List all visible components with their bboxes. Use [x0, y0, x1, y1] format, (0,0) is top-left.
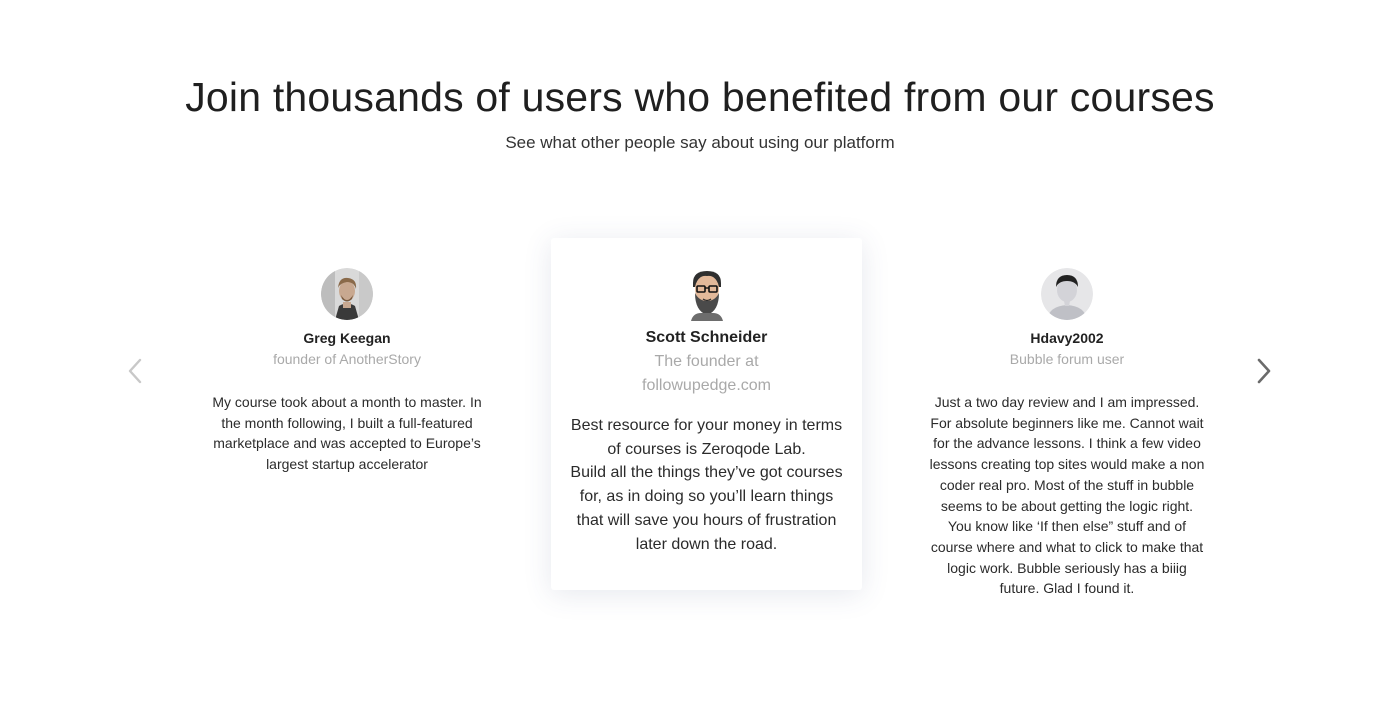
default-user-avatar-icon: [1041, 268, 1093, 320]
bearded-man-avatar-icon: [687, 269, 727, 321]
chevron-right-icon: [1257, 358, 1271, 384]
section-subtitle: See what other people say about using ou…: [505, 133, 895, 152]
testimonials-section: Join thousands of users who benefited fr…: [0, 0, 1400, 715]
testimonial-role: The founder at followupedge.com: [642, 353, 771, 394]
testimonial-card-hdavy2002: Hdavy2002 Bubble forum user Just a two d…: [926, 268, 1208, 599]
section-title: Join thousands of users who benefited fr…: [185, 74, 1215, 120]
testimonial-role: founder of AnotherStory: [273, 351, 421, 367]
testimonial-role: Bubble forum user: [1009, 351, 1125, 367]
testimonial-name: Scott Schneider: [645, 329, 768, 346]
avatar-photo-icon: [321, 268, 373, 320]
testimonial-card-greg-keegan: Greg Keegan founder of AnotherStory My c…: [206, 268, 488, 475]
chevron-left-icon: [128, 358, 142, 384]
testimonial-name: Greg Keegan: [303, 330, 391, 346]
carousel-prev-button[interactable]: [121, 356, 151, 386]
testimonial-quote: Best resource for your money in terms of…: [570, 417, 843, 553]
testimonial-card-scott-schneider: Scott Schneider The founder at followupe…: [551, 238, 862, 590]
carousel-next-button[interactable]: [1249, 356, 1279, 386]
testimonial-name: Hdavy2002: [1030, 330, 1104, 346]
testimonial-quote: Just a two day review and I am impressed…: [929, 394, 1205, 597]
testimonial-quote: My course took about a month to master. …: [212, 394, 482, 473]
